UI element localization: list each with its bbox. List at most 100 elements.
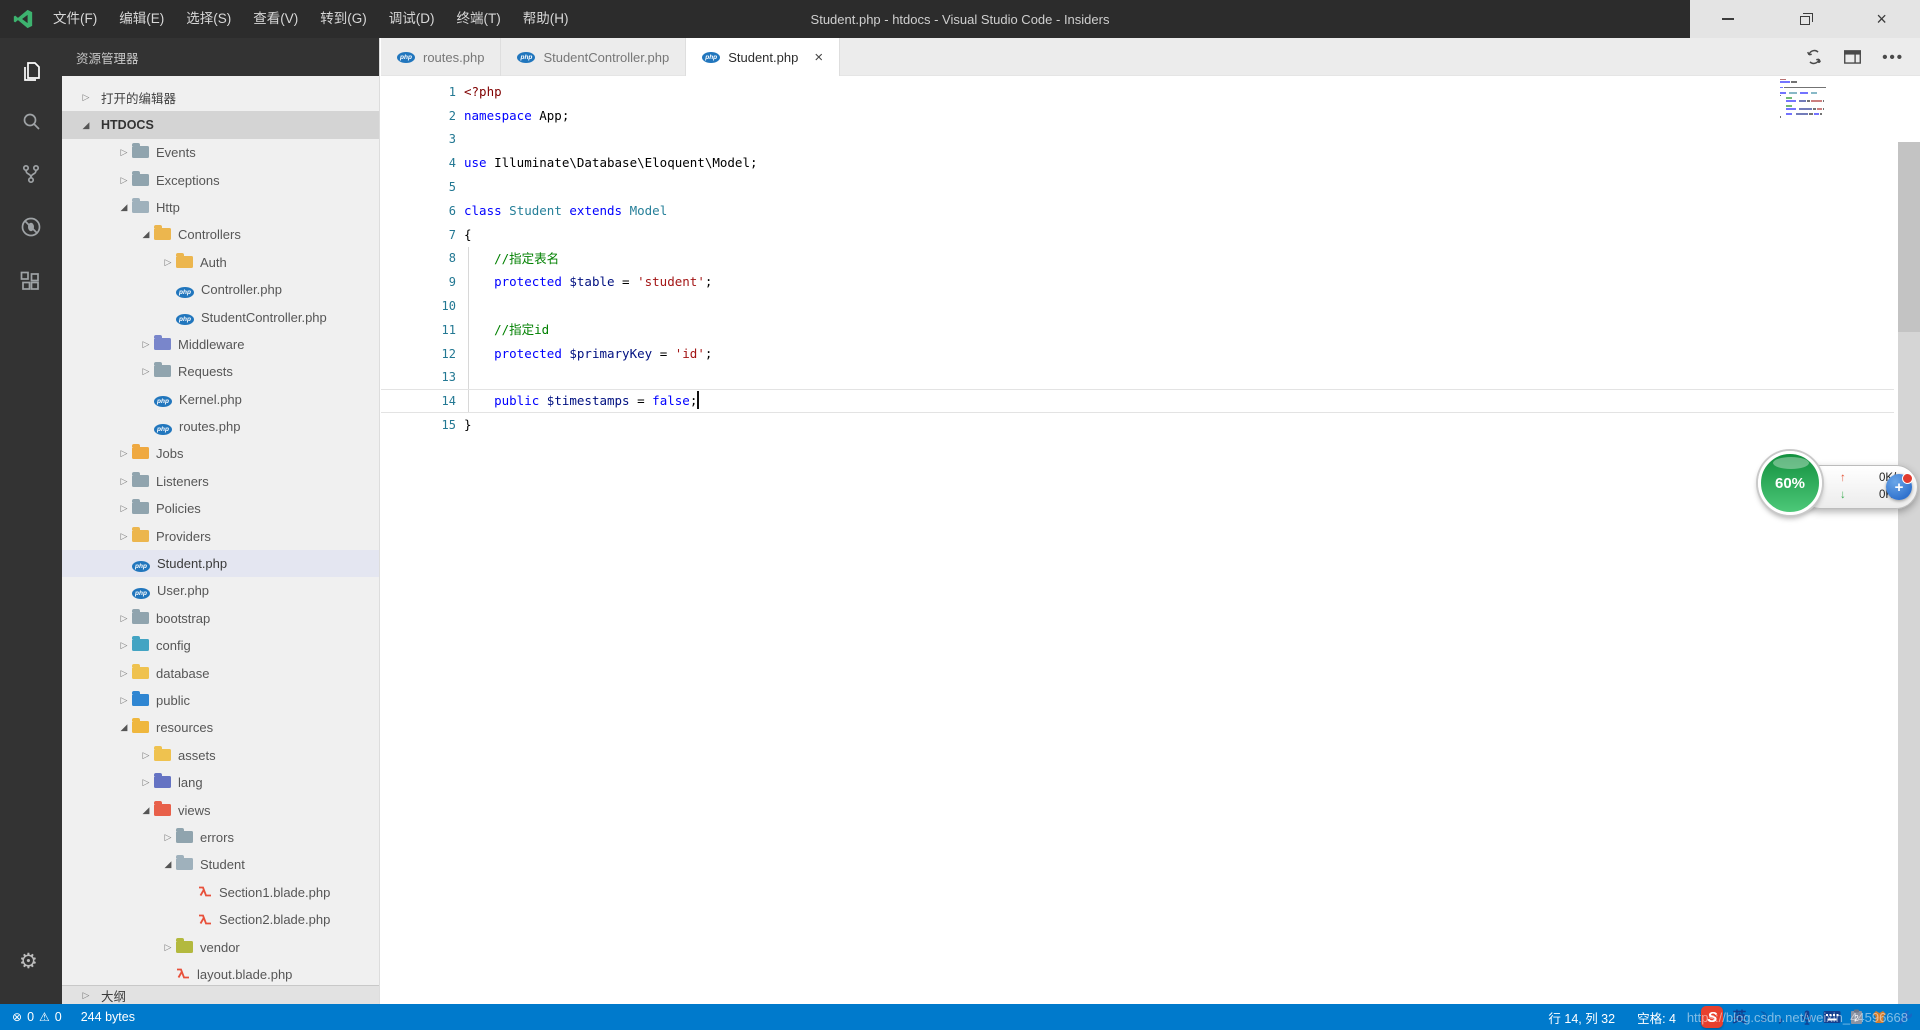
menubar-item[interactable]: 文件(F) [42,0,108,38]
chevron-right-icon[interactable]: ▷ [116,640,132,651]
tree-item-bootstrap[interactable]: ▷ bootstrap [62,605,379,632]
outline-section[interactable]: ▷ 大纲 [62,985,379,1004]
code-line[interactable]: 15} [381,413,1894,437]
ime-fullwidth-moon-icon[interactable]: ☽ [1755,1009,1768,1026]
warnings-count[interactable]: 0 [55,1010,62,1024]
tree-item-Controller-php[interactable]: php Controller.php [62,276,379,303]
minimize-button[interactable] [1690,0,1767,38]
editor-tab[interactable]: php routes.php [381,38,502,76]
chevron-right-icon[interactable]: ▷ [160,942,176,953]
tab-close-icon[interactable]: × [814,50,823,65]
cursor-position[interactable]: 行 14, 列 32 [1548,1008,1615,1027]
chevron-right-icon[interactable]: ▷ [78,92,94,103]
net-speed-widget[interactable]: ↑ 0K/s ↓ 0K/s + 60% [1758,451,1920,519]
close-button[interactable]: × [1843,0,1920,38]
chevron-expanded-icon[interactable]: ◢ [116,722,132,733]
code-line[interactable]: 5 [381,175,1894,199]
notification-plus-icon[interactable]: + [1886,473,1913,500]
chevron-right-icon[interactable]: ▷ [160,257,176,268]
tree-item-Section2-blade-php[interactable]: Section2.blade.php [62,906,379,933]
code-line[interactable]: 8 //指定表名 [381,247,1894,271]
tree-item-Listeners[interactable]: ▷ Listeners [62,468,379,495]
toolbox-wrench-icon[interactable] [1896,1009,1912,1025]
code-editor[interactable]: 1 <?php 2 namespace App; 3 4 use Illuminate\Da… [381,76,1920,1004]
code-line[interactable]: 3 [381,128,1894,152]
clipboard-icon[interactable]: 2 [1850,1009,1863,1025]
tree-item-Middleware[interactable]: ▷ Middleware [62,331,379,358]
chevron-right-icon[interactable]: ▷ [138,777,154,788]
tree-item-Student-php[interactable]: php Student.php [62,549,379,578]
code-line[interactable]: 11 //指定id [381,318,1894,342]
errors-count[interactable]: 0 [27,1010,34,1024]
chevron-right-icon[interactable]: ▷ [116,668,132,679]
ime-punctuation-icon[interactable]: ， [1777,1007,1791,1027]
chevron-expanded-icon[interactable]: ◢ [138,805,154,816]
menubar-item[interactable]: 调试(D) [378,0,446,38]
editor-tab[interactable]: php StudentController.php [501,38,687,76]
ime-language-icon[interactable]: 英 [1732,1007,1746,1027]
code-line[interactable]: 4 use Illuminate\Database\Eloquent\Model; [381,151,1894,175]
tree-item-User-php[interactable]: php User.php [62,577,379,604]
code-line[interactable]: 12 protected $primaryKey = 'id'; [381,342,1894,366]
scrollbar-slider[interactable] [1898,142,1920,332]
menubar-item[interactable]: 选择(S) [175,0,242,38]
memory-percent-ball[interactable]: 60% [1758,451,1822,515]
chevron-right-icon[interactable]: ▷ [138,750,154,761]
sogou-logo-icon[interactable]: S [1701,1006,1724,1028]
menubar-item[interactable]: 编辑(E) [108,0,175,38]
tree-item-resources[interactable]: ◢ resources [62,714,379,741]
editor-tab[interactable]: php Student.php × [686,38,841,76]
tree-item-routes-php[interactable]: php routes.php [62,413,379,440]
tree-item-assets[interactable]: ▷ assets [62,742,379,769]
code-area[interactable]: 1 <?php 2 namespace App; 3 4 use Illuminate\Da… [381,80,1894,437]
tree-item-errors[interactable]: ▷ errors [62,824,379,851]
errors-icon[interactable]: ⊗ [12,1010,22,1024]
code-line[interactable]: 6 class Student extends Model [381,199,1894,223]
tree-item-layout-blade-php[interactable]: layout.blade.php [62,961,379,988]
scrollbar-track[interactable] [1898,142,1920,1004]
code-line[interactable]: 13 [381,366,1894,390]
menubar-item[interactable]: 帮助(H) [512,0,580,38]
keyboard-icon[interactable] [1823,1010,1841,1024]
tree-item-Providers[interactable]: ▷ Providers [62,522,379,549]
tree-item-config[interactable]: ▷ config [62,632,379,659]
tree-item-Requests[interactable]: ▷ Requests [62,358,379,385]
debug-disabled-icon[interactable] [19,215,43,239]
tree-item-database[interactable]: ▷ database [62,659,379,686]
tree-item-StudentController-php[interactable]: php StudentController.php [62,303,379,330]
chevron-right-icon[interactable]: ▷ [116,175,132,186]
chevron-right-icon[interactable]: ▷ [116,147,132,158]
tree-item-vendor[interactable]: ▷ vendor [62,933,379,960]
extensions-icon[interactable] [19,270,43,294]
menubar-item[interactable]: 查看(V) [242,0,309,38]
search-icon[interactable] [19,110,43,134]
code-line[interactable]: 1 <?php [381,80,1894,104]
tree-item-views[interactable]: ◢ views [62,796,379,823]
restore-button[interactable] [1767,0,1844,38]
explorer-icon[interactable] [19,60,43,84]
tree-item-lang[interactable]: ▷ lang [62,769,379,796]
tree-item-Jobs[interactable]: ▷ Jobs [62,440,379,467]
indentation-setting[interactable]: 空格: 4 [1637,1008,1676,1027]
chevron-expanded-icon[interactable]: ◢ [78,120,94,131]
more-actions-icon[interactable]: ••• [1882,49,1904,66]
tree-item-Student[interactable]: ◢ Student [62,851,379,878]
code-line[interactable]: 7{ [381,223,1894,247]
chevron-right-icon[interactable]: ▷ [138,366,154,377]
open-editors-section[interactable]: ▷ 打开的编辑器 [62,84,379,111]
warnings-icon[interactable]: ⚠ [39,1010,50,1024]
settings-gear-icon[interactable]: ⚙ [19,949,38,974]
chevron-right-icon[interactable]: ▷ [116,448,132,459]
chevron-right-icon[interactable]: ▷ [138,339,154,350]
source-control-icon[interactable] [19,162,43,186]
tree-item-Events[interactable]: ▷ Events [62,139,379,166]
chevron-right-icon[interactable]: ▷ [160,832,176,843]
chevron-expanded-icon[interactable]: ◢ [116,202,132,213]
tree-item-Policies[interactable]: ▷ Policies [62,495,379,522]
tree-item-Section1-blade-php[interactable]: Section1.blade.php [62,879,379,906]
chevron-expanded-icon[interactable]: ◢ [138,229,154,240]
menubar-item[interactable]: 终端(T) [446,0,512,38]
chevron-right-icon[interactable]: ▷ [116,613,132,624]
minimap[interactable] [1780,78,1848,118]
sync-editors-icon[interactable] [1805,48,1823,66]
